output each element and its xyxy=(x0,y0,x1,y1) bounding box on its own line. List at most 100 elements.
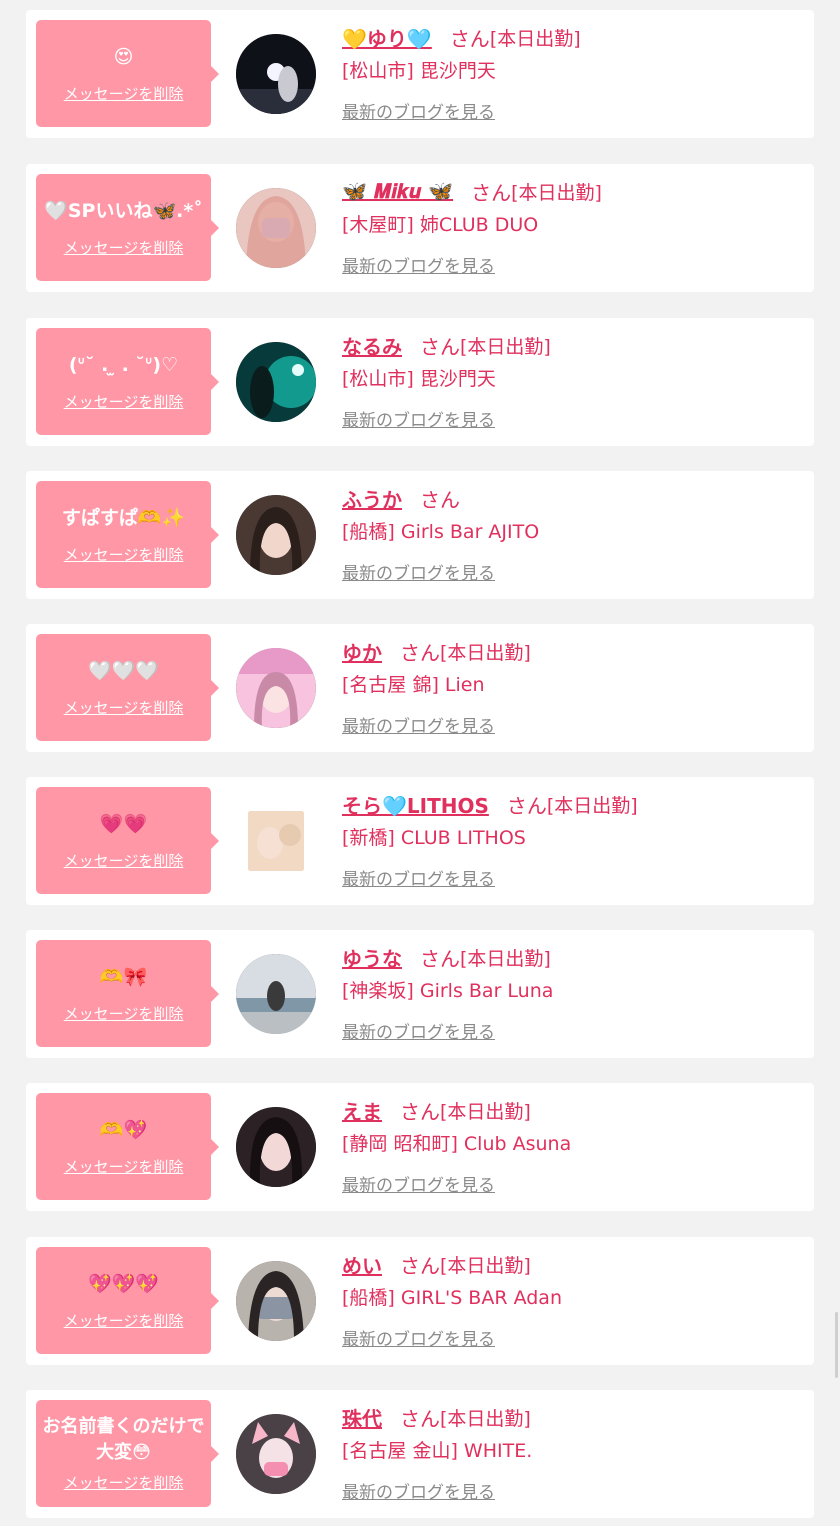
shop-location: [静岡 昭和町] Club Asuna xyxy=(342,1133,572,1155)
cast-name-link[interactable]: 珠代 xyxy=(342,1403,382,1432)
honorific: さん xyxy=(420,334,460,359)
avatar[interactable] xyxy=(236,188,316,268)
message-card: 💖💖💖 メッセージを削除 めい さん [本日出勤] [船橋] GIRL'S BA… xyxy=(26,1237,814,1365)
cast-info: ゆうな さん [本日出勤] [神楽坂] Girls Bar Luna 最新のブロ… xyxy=(342,940,804,1044)
cast-name-link[interactable]: なるみ xyxy=(342,331,402,360)
honorific: さん xyxy=(400,1253,440,1278)
message-bubble: 💗💗 メッセージを削除 xyxy=(36,787,219,894)
shop-location: [木屋町] 姉CLUB DUO xyxy=(342,214,539,236)
shop-location: [名古屋 錦] Lien xyxy=(342,674,485,696)
message-text: 💖💖💖 xyxy=(88,1272,159,1295)
message-card: 😍 メッセージを削除 💛ゆり🩵 さん [本日出勤] [松山市] 毘沙門天 最新の… xyxy=(26,10,814,138)
message-text: 🤍SPいいね🦋.*˚ xyxy=(44,199,203,222)
shift-status: [本日出勤] xyxy=(440,641,531,664)
cast-info: 珠代 さん [本日出勤] [名古屋 金山] WHITE. 最新のブログを見る xyxy=(342,1400,804,1504)
avatar[interactable] xyxy=(236,954,316,1034)
shop-location: [松山市] 毘沙門天 xyxy=(342,60,496,82)
message-bubble: お名前書くのだけで大変😳 メッセージを削除 xyxy=(36,1400,219,1507)
cast-info: 🦋 𝑴𝒊𝒌𝒖 🦋 さん [本日出勤] [木屋町] 姉CLUB DUO 最新のブロ… xyxy=(342,174,804,277)
shift-status: [本日出勤] xyxy=(546,794,638,817)
cast-info: えま さん [本日出勤] [静岡 昭和町] Club Asuna 最新のブログを… xyxy=(342,1093,804,1197)
shop-location: [船橋] Girls Bar AJITO xyxy=(342,521,540,543)
delete-message-link[interactable]: メッセージを削除 xyxy=(64,1472,184,1493)
message-text: (ᐡ˘ . ̫ . ˘ᐡ)♡ xyxy=(68,353,179,376)
delete-message-link[interactable]: メッセージを削除 xyxy=(64,544,184,565)
cast-info: ふうか さん [船橋] Girls Bar AJITO 最新のブログを見る xyxy=(342,481,804,585)
message-bubble: 🤍SPいいね🦋.*˚ メッセージを削除 xyxy=(36,174,219,281)
avatar[interactable] xyxy=(236,1107,316,1187)
message-text: 🫶💖 xyxy=(99,1118,148,1141)
cast-name-link[interactable]: ゆうな xyxy=(342,943,402,972)
delete-message-link[interactable]: メッセージを削除 xyxy=(64,1156,184,1177)
message-card: お名前書くのだけで大変😳 メッセージを削除 珠代 さん [本日出勤] [名古屋 … xyxy=(26,1390,814,1518)
cast-name-link[interactable]: そら🩵LITHOS xyxy=(342,790,489,819)
latest-blog-link[interactable]: 最新のブログを見る xyxy=(342,559,804,584)
message-card: 🫶🎀 メッセージを削除 ゆうな さん [本日出勤] [神楽坂] Girls Ba… xyxy=(26,930,814,1058)
honorific: さん xyxy=(400,640,440,665)
message-bubble: 🤍🤍🤍 メッセージを削除 xyxy=(36,634,219,741)
message-card: (ᐡ˘ . ̫ . ˘ᐡ)♡ メッセージを削除 なるみ さん [本日出勤] [松… xyxy=(26,318,814,446)
cast-name-link[interactable]: めい xyxy=(342,1250,382,1279)
delete-message-link[interactable]: メッセージを削除 xyxy=(64,391,184,412)
cast-info: ゆか さん [本日出勤] [名古屋 錦] Lien 最新のブログを見る xyxy=(342,634,804,738)
cast-name-link[interactable]: ゆか xyxy=(342,637,382,666)
scrollbar[interactable] xyxy=(835,1312,838,1378)
shift-status: [本日出勤] xyxy=(489,27,581,50)
latest-blog-link[interactable]: 最新のブログを見る xyxy=(342,1018,804,1043)
avatar[interactable] xyxy=(236,34,316,114)
shift-status: [本日出勤] xyxy=(440,1100,531,1123)
delete-message-link[interactable]: メッセージを削除 xyxy=(64,237,184,258)
cast-name-link[interactable]: えま xyxy=(342,1096,382,1125)
latest-blog-link[interactable]: 最新のブログを見る xyxy=(342,252,804,277)
cast-info: 💛ゆり🩵 さん [本日出勤] [松山市] 毘沙門天 最新のブログを見る xyxy=(342,20,804,124)
shop-location: [船橋] GIRL'S BAR Adan xyxy=(342,1287,562,1309)
honorific: さん xyxy=(420,487,460,512)
delete-message-link[interactable]: メッセージを削除 xyxy=(64,1310,184,1331)
latest-blog-link[interactable]: 最新のブログを見る xyxy=(342,1171,804,1196)
latest-blog-link[interactable]: 最新のブログを見る xyxy=(342,1478,804,1503)
honorific: さん xyxy=(506,793,547,818)
honorific: さん xyxy=(471,180,512,205)
avatar[interactable] xyxy=(236,1414,316,1494)
latest-blog-link[interactable]: 最新のブログを見る xyxy=(342,865,804,890)
cast-name-link[interactable]: 💛ゆり🩵 xyxy=(342,23,432,52)
message-text: 💗💗 xyxy=(99,812,148,835)
cast-name-link[interactable]: ふうか xyxy=(342,484,402,513)
message-text: 🫶🎀 xyxy=(99,965,148,988)
avatar[interactable] xyxy=(236,342,316,422)
message-card: 🫶💖 メッセージを削除 えま さん [本日出勤] [静岡 昭和町] Club A… xyxy=(26,1083,814,1211)
delete-message-link[interactable]: メッセージを削除 xyxy=(64,850,184,871)
delete-message-link[interactable]: メッセージを削除 xyxy=(64,83,184,104)
avatar[interactable] xyxy=(236,495,316,575)
message-bubble: すぱすぱ🫶✨ メッセージを削除 xyxy=(36,481,219,588)
delete-message-link[interactable]: メッセージを削除 xyxy=(64,697,184,718)
shift-status: [本日出勤] xyxy=(440,1254,531,1277)
message-bubble: 😍 メッセージを削除 xyxy=(36,20,219,127)
message-card: 🤍SPいいね🦋.*˚ メッセージを削除 🦋 𝑴𝒊𝒌𝒖 🦋 さん [本日出勤] [… xyxy=(26,164,814,292)
latest-blog-link[interactable]: 最新のブログを見る xyxy=(342,712,804,737)
message-text: 🤍🤍🤍 xyxy=(88,659,159,682)
shift-status: [本日出勤] xyxy=(440,1407,531,1430)
honorific: さん xyxy=(400,1099,440,1124)
honorific: さん xyxy=(420,946,460,971)
message-text: お名前書くのだけで大変😳 xyxy=(42,1416,205,1463)
message-text: 😍 xyxy=(113,45,134,68)
avatar[interactable] xyxy=(236,1261,316,1341)
latest-blog-link[interactable]: 最新のブログを見る xyxy=(342,98,804,123)
latest-blog-link[interactable]: 最新のブログを見る xyxy=(342,406,804,431)
message-card: 🤍🤍🤍 メッセージを削除 ゆか さん [本日出勤] [名古屋 錦] Lien 最… xyxy=(26,624,814,752)
avatar[interactable] xyxy=(236,648,316,728)
shop-location: [名古屋 金山] WHITE. xyxy=(342,1440,533,1462)
message-card: すぱすぱ🫶✨ メッセージを削除 ふうか さん [船橋] Girls Bar AJ… xyxy=(26,471,814,599)
message-bubble: 💖💖💖 メッセージを削除 xyxy=(36,1247,219,1354)
latest-blog-link[interactable]: 最新のブログを見る xyxy=(342,1325,804,1350)
shop-location: [新橋] CLUB LITHOS xyxy=(342,827,526,849)
cast-info: めい さん [本日出勤] [船橋] GIRL'S BAR Adan 最新のブログ… xyxy=(342,1247,804,1351)
message-text: すぱすぱ🫶✨ xyxy=(61,506,186,529)
shop-location: [神楽坂] Girls Bar Luna xyxy=(342,980,554,1002)
avatar[interactable] xyxy=(236,801,316,881)
message-card: 💗💗 メッセージを削除 そら🩵LITHOS さん [本日出勤] [新橋] CLU… xyxy=(26,777,814,905)
shop-location: [松山市] 毘沙門天 xyxy=(342,368,496,390)
cast-name-link[interactable]: 🦋 𝑴𝒊𝒌𝒖 🦋 xyxy=(342,179,453,203)
delete-message-link[interactable]: メッセージを削除 xyxy=(64,1003,184,1024)
